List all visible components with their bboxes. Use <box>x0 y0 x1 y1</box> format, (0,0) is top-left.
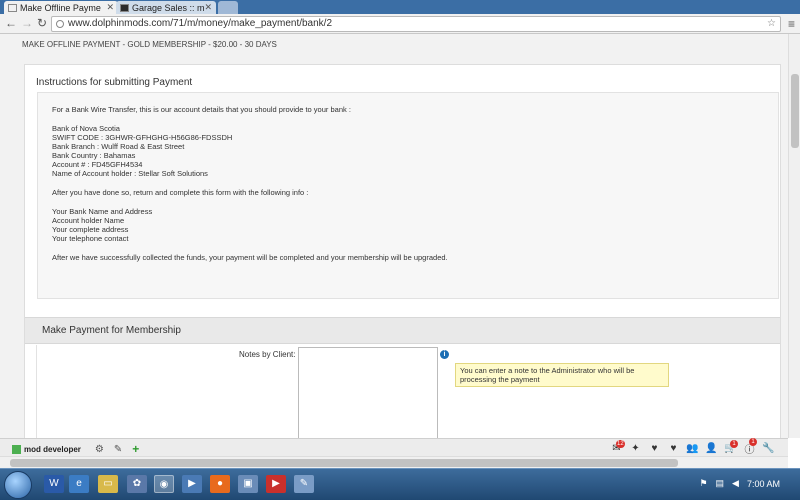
bookmark-star-icon[interactable]: ☆ <box>767 17 776 31</box>
status-indicator-icon <box>12 444 21 454</box>
media-player-icon[interactable]: ▶ <box>182 475 202 493</box>
user-icon[interactable]: 👤 <box>702 443 721 454</box>
tab-label: Garage Sales :: mod <box>132 2 205 13</box>
horizontal-scrollbar[interactable] <box>0 456 788 468</box>
vertical-scrollbar[interactable] <box>788 34 800 438</box>
image-viewer-icon[interactable]: ▣ <box>238 475 258 493</box>
heart-icon[interactable]: ♥ <box>645 443 664 454</box>
system-tray: ⚑ ▤ ◀ 7:00 AM <box>691 478 780 489</box>
notes-label: Notes by Client: <box>239 350 296 359</box>
instruction-line: Account holder Name <box>52 216 125 225</box>
instruction-line: Bank Country : Bahamas <box>52 151 136 160</box>
volume-icon[interactable]: ◀ <box>732 478 739 489</box>
tab-label: Make Offline Payme <box>20 2 101 13</box>
paint-icon[interactable]: ✿ <box>127 475 147 493</box>
payment-card: Instructions for submitting Payment For … <box>24 64 781 438</box>
network-icon[interactable]: ▤ <box>716 478 725 489</box>
close-tab-icon[interactable]: ✕ <box>204 2 212 13</box>
notes-textarea[interactable] <box>298 347 438 438</box>
page-title: MAKE OFFLINE PAYMENT - GOLD MEMBERSHIP -… <box>22 40 277 49</box>
friends-icon[interactable]: 👥 <box>683 443 702 454</box>
browser-toolbar: ← → ↻ www.dolphinmods.com/71/m/money/mak… <box>0 14 800 34</box>
dev-toolbar-left: mod developer ⚙ ✎ + <box>12 442 149 456</box>
tab-garage-sales[interactable]: Garage Sales :: mod ✕ <box>116 1 216 14</box>
wrench-icon[interactable]: 🔧 <box>759 443 778 454</box>
reload-icon[interactable]: ↻ <box>37 16 47 30</box>
instruction-line: Your complete address <box>52 225 129 234</box>
instruction-line: After you have done so, return and compl… <box>52 188 309 197</box>
tab-make-offline-payment[interactable]: Make Offline Payme ✕ <box>4 1 118 14</box>
make-payment-heading: Make Payment for Membership <box>42 325 181 336</box>
back-arrow-icon[interactable]: ← <box>5 16 17 30</box>
instruction-line: Your telephone contact <box>52 234 129 243</box>
youtube-icon[interactable]: ▶ <box>266 475 286 493</box>
word-icon[interactable]: W <box>44 475 64 493</box>
windows-taskbar: W e ▭ ✿ ◉ ▶ ● ▣ ▶ ✎ ⚑ ▤ ◀ 7:00 AM <box>0 468 800 500</box>
start-button[interactable] <box>4 471 32 499</box>
vertical-scroll-thumb[interactable] <box>791 74 799 148</box>
forward-arrow-icon[interactable]: → <box>21 16 33 30</box>
globe-icon <box>56 20 64 28</box>
page-favicon-icon <box>8 3 17 12</box>
mail-badge: 12 <box>616 440 625 448</box>
instruction-line: For a Bank Wire Transfer, this is our ac… <box>52 105 351 114</box>
notepad-icon[interactable]: ✎ <box>294 475 314 493</box>
instruction-line: Your Bank Name and Address <box>52 207 153 216</box>
instruction-line: Account # : FD45GFH4534 <box>52 160 143 169</box>
instruction-line: Bank of Nova Scotia <box>52 124 120 133</box>
mail-icon[interactable]: ✉ 12 <box>607 440 626 454</box>
instruction-line: Name of Account holder : Stellar Soft So… <box>52 169 208 178</box>
page-favicon-icon <box>120 3 129 12</box>
browser-tab-strip: Make Offline Payme ✕ Garage Sales :: mod… <box>0 0 800 14</box>
gear-icon[interactable]: ⚙ <box>95 444 104 455</box>
instructions-heading: Instructions for submitting Payment <box>36 77 193 88</box>
url-text: www.dolphinmods.com/71/m/money/make_paym… <box>68 18 333 29</box>
heart-outline-icon[interactable]: ♥ <box>664 443 683 454</box>
internet-explorer-icon[interactable]: e <box>69 475 89 493</box>
user-name[interactable]: mod developer <box>24 445 81 454</box>
info-badge: 1 <box>749 438 757 446</box>
dev-toolbar-right: ✉ 12 ✦ ♥ ♥ 👥 👤 🛒 1 ⓘ 1 🔧 <box>607 438 778 456</box>
chrome-icon[interactable]: ◉ <box>154 475 174 493</box>
add-icon[interactable]: + <box>132 442 139 456</box>
page-viewport: MAKE OFFLINE PAYMENT - GOLD MEMBERSHIP -… <box>0 34 788 438</box>
close-tab-icon[interactable]: ✕ <box>106 2 114 13</box>
new-tab-button[interactable] <box>218 1 238 14</box>
address-bar[interactable]: www.dolphinmods.com/71/m/money/make_paym… <box>51 16 781 32</box>
instructions-box: For a Bank Wire Transfer, this is our ac… <box>37 92 779 299</box>
firefox-icon[interactable]: ● <box>210 475 230 493</box>
developer-toolbar: mod developer ⚙ ✎ + ✉ 12 ✦ ♥ ♥ 👥 👤 🛒 1 ⓘ 1 … <box>0 438 788 456</box>
twitter-icon[interactable]: ✦ <box>626 443 645 454</box>
info-icon[interactable]: i <box>440 350 449 359</box>
clock-time[interactable]: 7:00 AM <box>747 479 780 489</box>
make-payment-section-header: Make Payment for Membership <box>25 317 780 344</box>
browser-menu-icon[interactable]: ≡ <box>788 17 795 31</box>
instruction-line: Bank Branch : Wulff Road & East Street <box>52 142 185 151</box>
info-circle-icon[interactable]: ⓘ 1 <box>740 438 759 456</box>
payment-form: Notes by Client: i You can enter a note … <box>36 345 780 438</box>
notes-tooltip: You can enter a note to the Administrato… <box>455 363 669 387</box>
cart-icon[interactable]: 🛒 1 <box>721 440 740 454</box>
edit-icon[interactable]: ✎ <box>114 444 122 455</box>
file-explorer-icon[interactable]: ▭ <box>98 475 118 493</box>
horizontal-scroll-thumb[interactable] <box>10 459 678 467</box>
instruction-line: SWIFT CODE : 3GHWR-GFHGHG-H56G86-FDSSDH <box>52 133 233 142</box>
cart-badge: 1 <box>730 440 738 448</box>
instruction-line: After we have successfully collected the… <box>52 253 448 262</box>
flag-icon[interactable]: ⚑ <box>699 478 707 489</box>
